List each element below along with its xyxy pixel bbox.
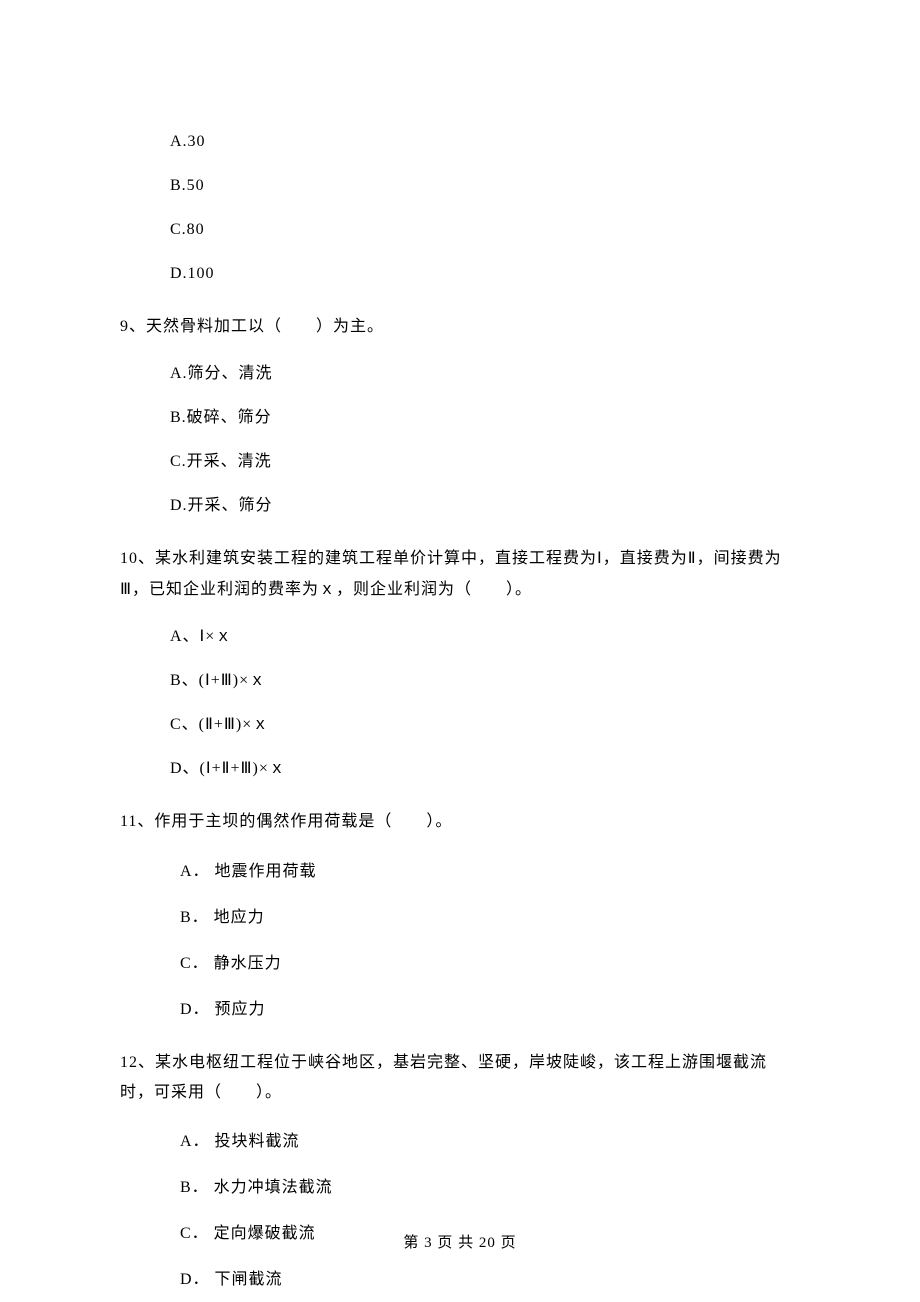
page-container: A.30 B.50 C.80 D.100 9、天然骨料加工以（ ）为主。 A.筛…: [0, 0, 920, 1302]
q11-stem: 11、作用于主坝的偶然作用荷载是（ ）。: [120, 807, 800, 837]
q9-option-d: D.开采、筛分: [170, 494, 800, 518]
q10-option-c: C、(Ⅱ+Ⅲ)×ｘ: [170, 713, 800, 737]
q12-option-d: D． 下闸截流: [180, 1268, 800, 1292]
q10-option-a: A、Ⅰ×ｘ: [170, 625, 800, 649]
q11-option-a: A． 地震作用荷载: [180, 860, 800, 884]
q8-option-c: C.80: [170, 218, 800, 242]
q8-option-b: B.50: [170, 174, 800, 198]
q11-option-d: D． 预应力: [180, 998, 800, 1022]
q9-stem: 9、天然骨料加工以（ ）为主。: [120, 312, 800, 342]
q9-option-b: B.破碎、筛分: [170, 406, 800, 430]
q10-option-b: B、(Ⅰ+Ⅲ)×ｘ: [170, 669, 800, 693]
page-footer: 第 3 页 共 20 页: [0, 1232, 920, 1255]
q9-option-a: A.筛分、清洗: [170, 362, 800, 386]
q11-option-b: B． 地应力: [180, 906, 800, 930]
q10-option-d: D、(Ⅰ+Ⅱ+Ⅲ)×ｘ: [170, 757, 800, 781]
q8-option-d: D.100: [170, 262, 800, 286]
q8-option-a: A.30: [170, 130, 800, 154]
q11-option-c: C． 静水压力: [180, 952, 800, 976]
q12-option-b: B． 水力冲填法截流: [180, 1176, 800, 1200]
q9-option-c: C.开采、清洗: [170, 450, 800, 474]
q12-option-a: A． 投块料截流: [180, 1130, 800, 1154]
q10-stem: 10、某水利建筑安装工程的建筑工程单价计算中，直接工程费为Ⅰ，直接费为Ⅱ，间接费…: [120, 544, 800, 605]
q12-stem: 12、某水电枢纽工程位于峡谷地区，基岩完整、坚硬，岸坡陡峻，该工程上游围堰截流时…: [120, 1048, 800, 1109]
